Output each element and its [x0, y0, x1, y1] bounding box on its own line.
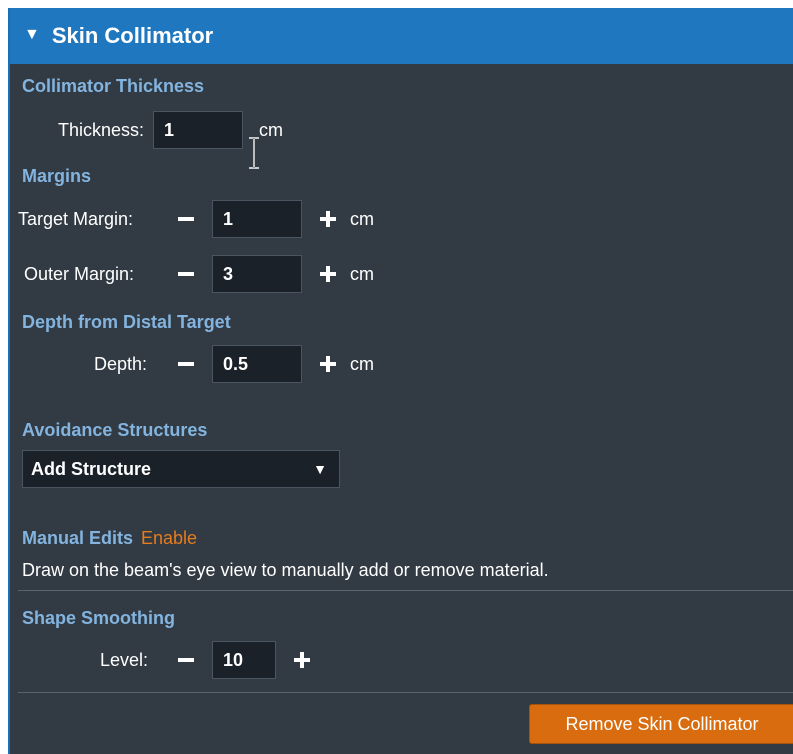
- thickness-input[interactable]: [153, 111, 244, 149]
- outer-margin-input[interactable]: [212, 255, 302, 293]
- outer-margin-decrement-icon[interactable]: [178, 272, 194, 276]
- thickness-label: Thickness:: [58, 119, 145, 140]
- target-margin-decrement-icon[interactable]: [178, 217, 194, 221]
- panel-title: Skin Collimator: [51, 23, 214, 48]
- depth-input[interactable]: [212, 345, 302, 383]
- section-title-thickness: Collimator Thickness: [22, 76, 205, 96]
- smoothing-row: Level:: [100, 640, 310, 680]
- enable-manual-edits-link[interactable]: Enable: [141, 528, 197, 548]
- target-margin-increment-icon[interactable]: [320, 211, 336, 227]
- smoothing-level-label: Level:: [100, 649, 149, 670]
- smoothing-level-input[interactable]: [212, 641, 276, 679]
- depth-increment-icon[interactable]: [320, 356, 336, 372]
- section-title-manual-edits: Manual Edits Enable: [22, 528, 197, 549]
- depth-label: Depth:: [94, 353, 148, 374]
- skin-collimator-panel: ▼ Skin Collimator Collimator Thickness T…: [8, 8, 793, 754]
- manual-edits-label: Manual Edits: [22, 528, 134, 548]
- outer-margin-unit: cm: [350, 263, 374, 284]
- target-margin-row: Target Margin: cm: [18, 199, 374, 239]
- target-margin-unit: cm: [350, 208, 374, 229]
- divider: [18, 692, 793, 693]
- manual-edits-note: Draw on the beam's eye view to manually …: [22, 560, 549, 580]
- outer-margin-label: Outer Margin:: [24, 263, 135, 284]
- add-structure-dropdown-value: Add Structure: [31, 458, 152, 479]
- panel-header-toggle[interactable]: ▼ Skin Collimator: [10, 8, 793, 64]
- section-title-smoothing: Shape Smoothing: [22, 608, 175, 628]
- depth-unit: cm: [350, 353, 374, 374]
- section-title-avoidance: Avoidance Structures: [22, 420, 208, 440]
- chevron-down-icon: ▼: [313, 461, 327, 477]
- target-margin-label: Target Margin:: [18, 208, 134, 229]
- text-cursor-icon: [249, 137, 259, 169]
- outer-margin-row: Outer Margin: cm: [18, 254, 374, 294]
- remove-skin-collimator-button[interactable]: Remove Skin Collimator: [529, 704, 793, 744]
- target-margin-input[interactable]: [212, 200, 302, 238]
- smoothing-increment-icon[interactable]: [294, 652, 310, 668]
- depth-row: Depth: cm: [94, 344, 374, 384]
- section-title-margins: Margins: [22, 166, 92, 186]
- add-structure-dropdown[interactable]: Add Structure ▼: [22, 450, 340, 488]
- divider: [18, 590, 793, 591]
- section-title-depth: Depth from Distal Target: [22, 312, 231, 332]
- triangle-down-icon: ▼: [24, 26, 40, 43]
- outer-margin-increment-icon[interactable]: [320, 266, 336, 282]
- depth-decrement-icon[interactable]: [178, 362, 194, 366]
- thickness-unit: cm: [259, 119, 284, 140]
- smoothing-decrement-icon[interactable]: [178, 658, 194, 662]
